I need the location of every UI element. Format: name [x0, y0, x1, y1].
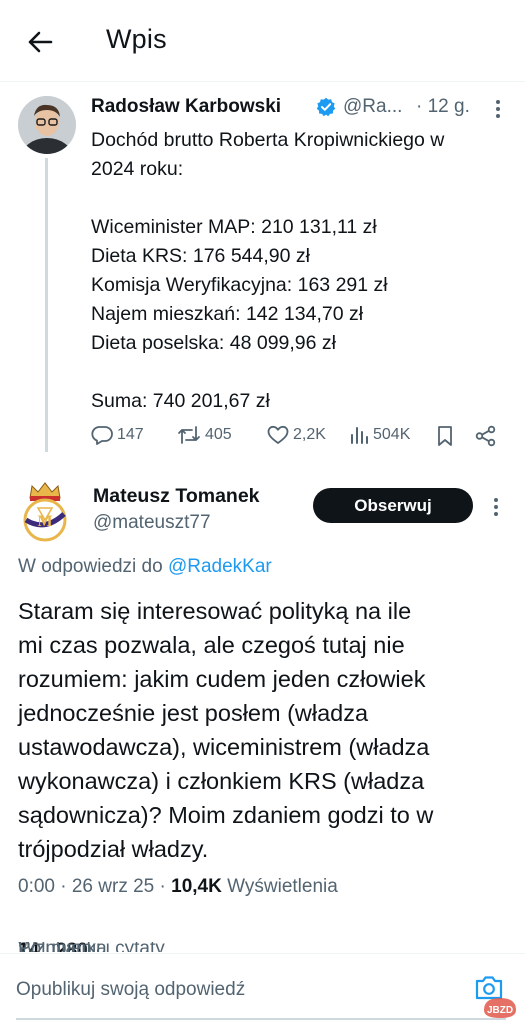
- svg-text:M: M: [37, 513, 52, 530]
- tweet-line: Najem mieszkań: 142 134,70 zł: [91, 303, 364, 325]
- bookmark-icon: [438, 426, 452, 446]
- more-options-icon[interactable]: [486, 496, 506, 518]
- tweet-text: Dochód brutto Roberta Kropiwnickiego w 2…: [91, 126, 511, 416]
- composer-underline: [16, 1018, 506, 1020]
- reply-stats-row[interactable]: 14 Wzmianki i cytaty · 280 Polubienia: [18, 942, 518, 952]
- reply-line: rozumiem: jakim cudem jeden człowiek: [18, 666, 426, 692]
- more-options-icon[interactable]: [488, 98, 508, 120]
- in-reply-handle-link[interactable]: @RadekKar: [168, 556, 272, 577]
- tweet-line: Dochód brutto Roberta Kropiwnickiego w: [91, 129, 445, 151]
- reply-timestamp: 0:00 · 26 wrz 25 ·: [18, 876, 172, 897]
- heart-icon: [267, 425, 289, 444]
- stats-likes-label: Polubienia: [18, 942, 107, 952]
- reply-line: Staram się interesować polityką na ile: [18, 598, 412, 624]
- author-handle[interactable]: @Ra...: [343, 96, 402, 118]
- top-bar: Wpis: [0, 0, 525, 82]
- share-icon: [475, 425, 496, 447]
- tweet-line: [91, 358, 511, 387]
- in-reply-to: W odpowiedzi do @RadekKar: [18, 556, 272, 578]
- follow-button[interactable]: Obserwuj: [313, 488, 473, 523]
- author-name[interactable]: Radosław Karbowski: [91, 96, 281, 118]
- author-name[interactable]: Mateusz Tomanek: [93, 485, 260, 508]
- repost-button[interactable]: 405: [177, 425, 232, 445]
- reply-line: sądownicza)? Moim zdaniem godzi to w: [18, 802, 434, 828]
- repost-icon: [178, 426, 200, 444]
- reply-line: ustawodawcza), wiceministrem (władza: [18, 734, 430, 760]
- reply-input[interactable]: [16, 972, 416, 1008]
- reply-line: mi czas pozwala, ale czegoś tutaj nie: [18, 632, 405, 658]
- views-button[interactable]: 504K: [349, 425, 410, 445]
- reply-stats-text: 14 Wzmianki i cytaty · 280 Polubienia: [18, 942, 165, 952]
- tweet-line: Komisja Weryfikacyjna: 163 291 zł: [91, 274, 388, 296]
- in-reply-label: W odpowiedzi do: [18, 556, 168, 577]
- reply-views-label: Wyświetlenia: [221, 876, 338, 897]
- reply-button[interactable]: 147: [91, 425, 144, 445]
- share-button[interactable]: [475, 425, 497, 447]
- reply-composer: [0, 953, 525, 1024]
- tweet-line: Dieta KRS: 176 544,90 zł: [91, 245, 310, 267]
- reply-line: jednocześnie jest posłem (władza: [18, 700, 369, 726]
- avatar[interactable]: [18, 96, 76, 154]
- reply-line: wykonawcza) i członkiem KRS (władza: [18, 768, 425, 794]
- tweet-line: 2024 roku:: [91, 158, 184, 180]
- author-handle[interactable]: @mateuszt77: [93, 512, 211, 534]
- bookmark-button[interactable]: [436, 425, 454, 447]
- reply-icon: [91, 426, 113, 445]
- verified-badge-icon: [316, 97, 336, 117]
- reply-line: trójpodział władzy.: [18, 836, 209, 862]
- tweet-actions: 147 405 2,2K 504K: [91, 425, 503, 451]
- repost-count: 405: [205, 426, 232, 443]
- page-title: Wpis: [106, 24, 167, 54]
- tweet-line: Wiceminister MAP: 210 131,11 zł: [91, 216, 377, 238]
- reply-views-count: 10,4K: [171, 876, 222, 897]
- reply-text: Staram się interesować polityką na ile m…: [18, 594, 513, 866]
- tweet-line: Suma: 740 201,67 zł: [91, 390, 270, 412]
- svg-text:JBZD: JBZD: [487, 1005, 513, 1016]
- views-count: 504K: [373, 426, 411, 443]
- tweet-line: [91, 184, 511, 213]
- tweet-line: Dieta poselska: 48 099,96 zł: [91, 332, 336, 354]
- parent-tweet[interactable]: Radosław Karbowski @Ra... · 12 g. Dochód…: [0, 82, 525, 462]
- reply-meta: 0:00 · 26 wrz 25 · 10,4K Wyświetlenia: [18, 876, 338, 898]
- site-watermark-icon: JBZD: [480, 994, 520, 1020]
- analytics-icon: [351, 427, 368, 444]
- reply-count: 147: [117, 426, 144, 443]
- like-count: 2,2K: [293, 426, 326, 443]
- like-button[interactable]: 2,2K: [267, 425, 326, 445]
- thread-line: [45, 158, 48, 452]
- back-arrow-icon[interactable]: [22, 24, 58, 60]
- avatar[interactable]: M: [16, 480, 74, 542]
- tweet-time: · 12 g.: [416, 96, 470, 117]
